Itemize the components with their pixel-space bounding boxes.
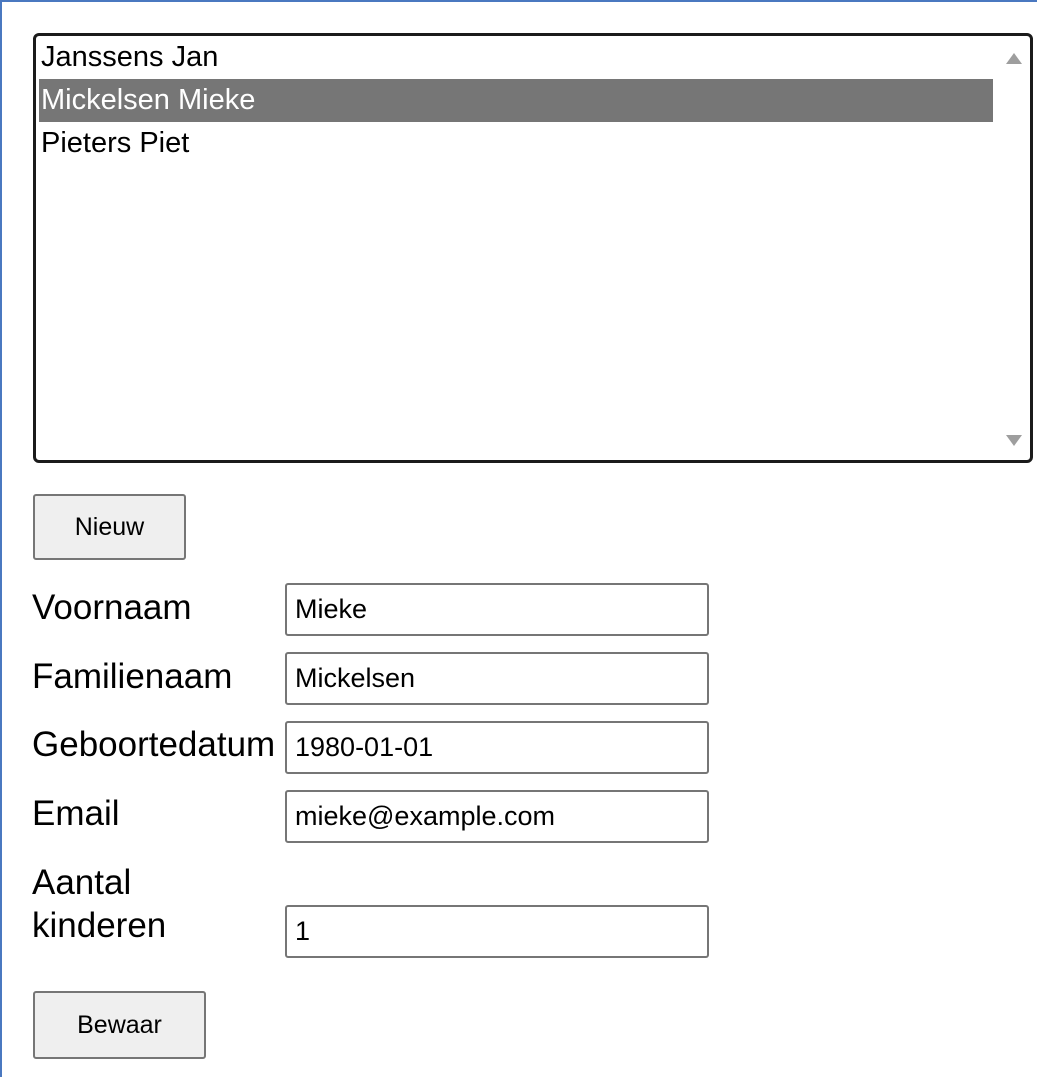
email-label: Email: [32, 794, 120, 833]
birthdate-label: Geboortedatum: [32, 725, 276, 764]
list-item-selected[interactable]: Mickelsen Mieke: [39, 79, 993, 122]
list-item[interactable]: Pieters Piet: [39, 122, 993, 165]
page-frame: Janssens Jan Mickelsen Mieke Pieters Pie…: [0, 0, 1037, 1077]
save-button[interactable]: Bewaar: [33, 991, 206, 1059]
firstname-label: Voornaam: [32, 588, 192, 627]
birthdate-field[interactable]: 1980-01-01: [285, 721, 709, 774]
children-label: Aantal kinderen: [32, 863, 167, 945]
person-list: Janssens Jan Mickelsen Mieke Pieters Pie…: [39, 36, 993, 165]
firstname-field[interactable]: Mieke: [285, 583, 709, 636]
children-field[interactable]: 1: [285, 905, 709, 958]
email-field[interactable]: mieke@example.com: [285, 790, 709, 843]
new-button[interactable]: Nieuw: [33, 494, 186, 560]
person-listbox[interactable]: Janssens Jan Mickelsen Mieke Pieters Pie…: [33, 33, 1033, 463]
list-item[interactable]: Janssens Jan: [39, 36, 993, 79]
lastname-label: Familienaam: [32, 657, 233, 696]
scroll-down-arrow-icon[interactable]: [1006, 435, 1022, 446]
lastname-field[interactable]: Mickelsen: [285, 652, 709, 705]
scroll-up-arrow-icon[interactable]: [1006, 53, 1022, 64]
